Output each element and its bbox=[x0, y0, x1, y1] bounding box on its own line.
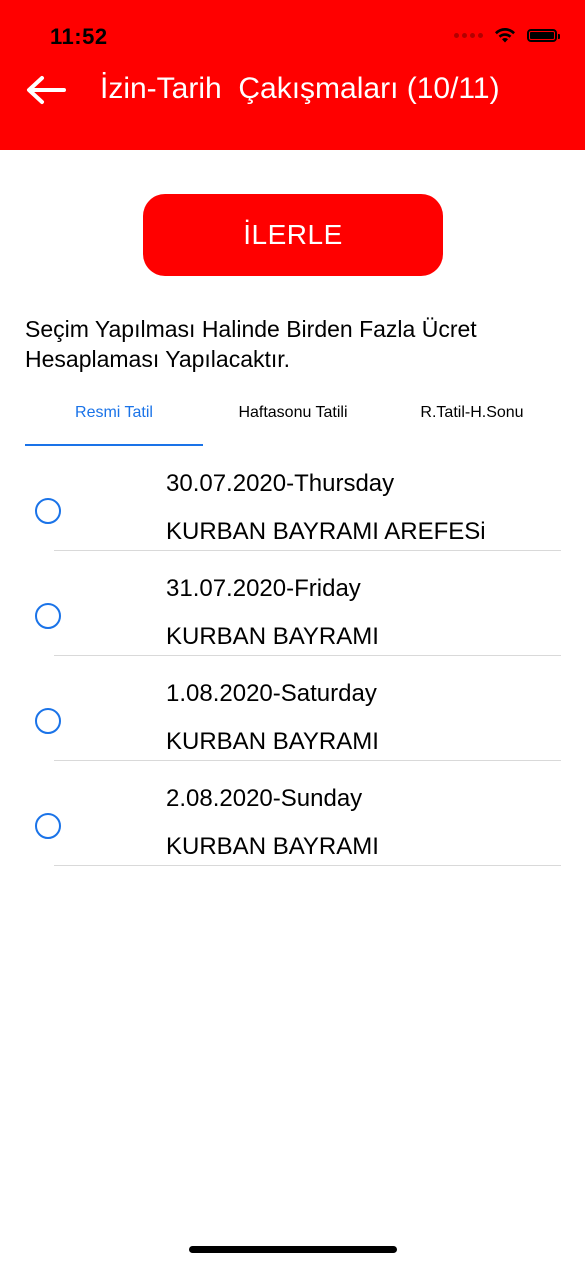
radio-button[interactable] bbox=[35, 813, 61, 839]
tab-bar: Resmi Tatil Haftasonu Tatili R.Tatil-H.S… bbox=[0, 390, 585, 446]
arrow-left-icon bbox=[27, 76, 66, 104]
info-message: Seçim Yapılması Halinde Birden Fazla Ücr… bbox=[25, 316, 477, 372]
status-icons bbox=[454, 26, 560, 44]
wifi-icon bbox=[495, 27, 515, 43]
item-name: KURBAN BAYRAMI bbox=[166, 833, 379, 860]
page-title: İzin-Tarih Çakışmaları (10/11) bbox=[100, 72, 500, 105]
radio-button[interactable] bbox=[35, 603, 61, 629]
list-item[interactable]: 30.07.2020-Thursday KURBAN BAYRAMI AREFE… bbox=[0, 446, 585, 551]
item-name: KURBAN BAYRAMI AREFESi bbox=[166, 518, 486, 545]
battery-icon bbox=[527, 28, 560, 42]
item-date: 30.07.2020-Thursday bbox=[166, 470, 395, 497]
status-time: 11:52 bbox=[50, 24, 108, 49]
radio-button[interactable] bbox=[35, 498, 61, 524]
radio-button[interactable] bbox=[35, 708, 61, 734]
continue-button[interactable]: İLERLE bbox=[143, 194, 443, 276]
item-date: 31.07.2020-Friday bbox=[166, 575, 361, 602]
home-indicator[interactable] bbox=[189, 1246, 397, 1253]
item-name: KURBAN BAYRAMI bbox=[166, 728, 379, 755]
item-date: 1.08.2020-Saturday bbox=[166, 680, 377, 707]
back-button[interactable] bbox=[22, 70, 70, 110]
holiday-list: 30.07.2020-Thursday KURBAN BAYRAMI AREFE… bbox=[0, 446, 585, 866]
list-item[interactable]: 31.07.2020-Friday KURBAN BAYRAMI bbox=[0, 551, 585, 656]
tab-rtatil-hsonu[interactable]: R.Tatil-H.Sonu bbox=[383, 390, 561, 436]
list-item[interactable]: 1.08.2020-Saturday KURBAN BAYRAMI bbox=[0, 656, 585, 761]
app-header: 11:52 İzin-Tarih Çakışmaları (10/11) bbox=[0, 0, 585, 150]
tab-resmi-tatil[interactable]: Resmi Tatil bbox=[25, 390, 203, 436]
tab-haftasonu-tatili[interactable]: Haftasonu Tatili bbox=[203, 390, 383, 436]
cellular-signal-icon bbox=[454, 32, 483, 38]
list-item[interactable]: 2.08.2020-Sunday KURBAN BAYRAMI bbox=[0, 761, 585, 866]
divider bbox=[54, 865, 561, 866]
item-date: 2.08.2020-Sunday bbox=[166, 785, 363, 812]
item-name: KURBAN BAYRAMI bbox=[166, 623, 379, 650]
